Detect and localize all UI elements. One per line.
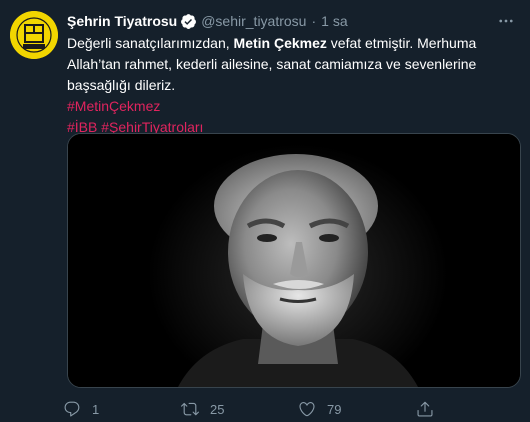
like-count: 79 [327,401,342,417]
avatar[interactable] [10,11,58,59]
tweet-timestamp[interactable]: 1 sa [321,13,347,29]
portrait-photo-icon [68,134,520,387]
separator-dot: · [311,13,317,29]
share-icon [413,398,437,420]
tweet-text-part1: Değerli sanatçılarımızdan, [67,35,234,51]
tweet-text: Değerli sanatçılarımızdan, Metin Çekmez … [67,33,522,96]
tweet-text-bold-name: Metin Çekmez [233,35,327,51]
tweet-actions-bar: 1 25 79 [60,398,460,420]
tweet-header: Şehrin Tiyatrosu @sehir_tiyatrosu · 1 sa [67,11,518,31]
more-icon[interactable] [494,9,518,33]
hashtag-metincekmez[interactable]: #MetinÇekmez [67,98,160,114]
retweet-button[interactable]: 25 [178,398,295,420]
istanbul-sehir-tiyatrolari-logo-icon [10,11,58,59]
author-handle[interactable]: @sehir_tiyatrosu [201,13,306,29]
display-name[interactable]: Şehrin Tiyatrosu [67,13,177,29]
heart-icon [295,398,319,420]
tweet-body: Değerli sanatçılarımızdan, Metin Çekmez … [67,33,522,138]
tweet-media-photo[interactable] [67,133,521,388]
retweet-count: 25 [210,401,225,417]
reply-count: 1 [92,401,100,417]
tweet-card[interactable]: Şehrin Tiyatrosu @sehir_tiyatrosu · 1 sa… [0,0,530,422]
verified-badge-icon [180,13,197,30]
reply-button[interactable]: 1 [60,398,178,420]
reply-icon [60,398,84,420]
like-button[interactable]: 79 [295,398,413,420]
share-button[interactable] [413,398,453,420]
retweet-icon [178,398,202,420]
hashtag-line-1: #MetinÇekmez [67,96,522,117]
